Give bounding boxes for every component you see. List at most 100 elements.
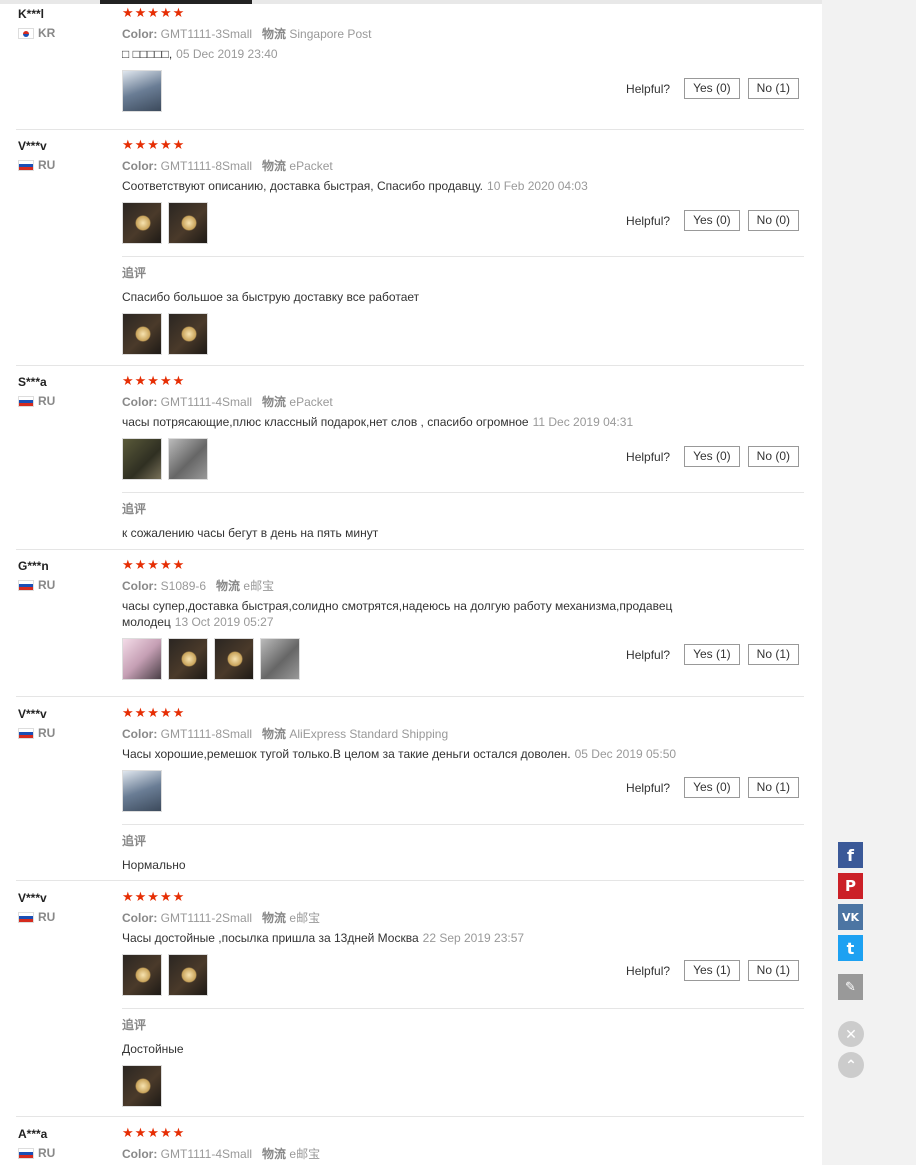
star-rating: ★★★★★ xyxy=(122,373,186,388)
follow-up-title: 追评 xyxy=(122,1018,147,1032)
helpful-vote: Helpful? Yes (0) No (0) xyxy=(626,210,799,231)
helpful-vote: Helpful? Yes (0) No (1) xyxy=(626,78,799,99)
review-date: 10 Feb 2020 04:03 xyxy=(487,179,588,193)
helpful-no-button[interactable]: No (1) xyxy=(747,960,799,981)
review-photo[interactable] xyxy=(168,313,208,355)
reviewer-info: V***v RU xyxy=(18,890,118,924)
order-attributes: Color: GMT1111-2Small 物流 e邮宝 xyxy=(122,911,321,925)
review-photo[interactable] xyxy=(122,1065,162,1107)
country-code: RU xyxy=(38,1146,56,1160)
edit-pencil-icon[interactable]: ✎ xyxy=(838,974,863,1000)
helpful-yes-button[interactable]: Yes (0) xyxy=(684,78,740,99)
follow-up-photos xyxy=(122,1065,804,1107)
helpful-no-button[interactable]: No (1) xyxy=(747,644,799,665)
korea-flag-icon xyxy=(18,27,34,39)
review-photo[interactable] xyxy=(122,954,162,996)
review-photo[interactable] xyxy=(214,638,254,680)
russia-flag-icon xyxy=(18,159,34,171)
helpful-yes-button[interactable]: Yes (0) xyxy=(684,210,740,231)
review-item: V***v RU ★★★★★ Color: GMT1111-8Small 物流 e… xyxy=(16,138,804,366)
review-photo[interactable] xyxy=(122,70,162,112)
reviewer-name: A***a xyxy=(18,1127,48,1141)
star-rating: ★★★★★ xyxy=(122,137,186,152)
review-photo[interactable] xyxy=(122,638,162,680)
review-content: ★★★★★ Color: GMT1111-4Small 物流 e邮宝 xyxy=(122,1126,804,1162)
reviewer-name: V***v xyxy=(18,707,47,721)
follow-up-text: к сожалению часы бегут в день на пять ми… xyxy=(122,526,379,540)
review-photo[interactable] xyxy=(168,202,208,244)
color-value: GMT1111-2Small xyxy=(160,911,253,925)
helpful-yes-button[interactable]: Yes (1) xyxy=(684,960,740,981)
review-photo[interactable] xyxy=(168,438,208,480)
review-item: K***l KR ★★★★★ Color: GMT1111-3Small 物流 S… xyxy=(16,6,804,130)
reviewer-info: A***a RU xyxy=(18,1126,118,1160)
helpful-label: Helpful? xyxy=(626,647,671,662)
helpful-vote: Helpful? Yes (0) No (0) xyxy=(626,446,799,467)
color-value: GMT1111-3Small xyxy=(160,27,253,41)
follow-up-title: 追评 xyxy=(122,834,147,848)
shipping-value: Singapore Post xyxy=(289,27,372,41)
helpful-yes-button[interactable]: Yes (1) xyxy=(684,644,740,665)
star-rating: ★★★★★ xyxy=(122,5,186,20)
review-text: □ □□□□□, 05 Dec 2019 23:40 xyxy=(122,47,278,61)
review-text: часы супер,доставка быстрая,солидно смот… xyxy=(122,599,673,629)
shipping-value: e邮宝 xyxy=(289,1147,321,1161)
review-photo[interactable] xyxy=(260,638,300,680)
color-value: S1089-6 xyxy=(160,579,207,593)
reviewer-info: G***n RU xyxy=(18,558,118,592)
follow-up-text: Нормально xyxy=(122,858,186,872)
reviewer-country: RU xyxy=(18,394,118,408)
reviewer-name: K***l xyxy=(18,7,45,21)
review-photo[interactable] xyxy=(168,954,208,996)
helpful-no-button[interactable]: No (1) xyxy=(747,777,799,798)
reviewer-info: V***v RU xyxy=(18,138,118,172)
follow-up-review: 追评 Спасибо большое за быструю доставку в… xyxy=(122,256,804,355)
twitter-share-icon[interactable]: t xyxy=(838,935,863,961)
helpful-no-button[interactable]: No (0) xyxy=(747,210,799,231)
reviewer-name: G***n xyxy=(18,559,49,573)
country-code: RU xyxy=(38,394,56,408)
review-photo[interactable] xyxy=(122,202,162,244)
helpful-yes-button[interactable]: Yes (0) xyxy=(684,446,740,467)
close-icon[interactable]: ✕ xyxy=(838,1021,864,1047)
reviewer-country: RU xyxy=(18,910,118,924)
review-item: G***n RU ★★★★★ Color: S1089-6 物流 e邮宝 часы… xyxy=(16,558,804,697)
review-photo[interactable] xyxy=(168,638,208,680)
review-photo[interactable] xyxy=(122,313,162,355)
order-attributes: Color: GMT1111-4Small 物流 ePacket xyxy=(122,395,333,409)
vk-share-icon[interactable]: VK xyxy=(838,904,863,930)
color-value: GMT1111-4Small xyxy=(160,1147,253,1161)
review-item: V***v RU ★★★★★ Color: GMT1111-8Small 物流 A… xyxy=(16,706,804,881)
reviewer-name: S***a xyxy=(18,375,47,389)
helpful-yes-button[interactable]: Yes (0) xyxy=(684,777,740,798)
follow-up-review: 追评 Нормально xyxy=(122,824,804,873)
review-text: Соответствуют описанию, доставка быстрая… xyxy=(122,179,588,193)
color-value: GMT1111-4Small xyxy=(160,395,253,409)
order-attributes: Color: GMT1111-4Small 物流 e邮宝 xyxy=(122,1147,321,1161)
shipping-value: e邮宝 xyxy=(243,579,275,593)
order-attributes: Color: GMT1111-8Small 物流 ePacket xyxy=(122,159,333,173)
review-photo[interactable] xyxy=(122,438,162,480)
right-panel xyxy=(822,0,916,1165)
russia-flag-icon xyxy=(18,395,34,407)
country-code: RU xyxy=(38,158,56,172)
facebook-share-icon[interactable]: f xyxy=(838,842,863,868)
review-photo[interactable] xyxy=(122,770,162,812)
review-date: 22 Sep 2019 23:57 xyxy=(422,931,525,945)
shipping-value: ePacket xyxy=(289,159,333,173)
review-text: Часы хорошие,ремешок тугой только.В цело… xyxy=(122,747,677,761)
review-item: V***v RU ★★★★★ Color: GMT1111-2Small 物流 e… xyxy=(16,890,804,1117)
reviewer-name: V***v xyxy=(18,891,47,905)
country-code: RU xyxy=(38,726,56,740)
helpful-vote: Helpful? Yes (0) No (1) xyxy=(626,777,799,798)
star-rating: ★★★★★ xyxy=(122,557,186,572)
active-tab-indicator xyxy=(100,0,252,4)
review-text: Часы достойные ,посылка пришла за 13дней… xyxy=(122,931,525,945)
shipping-value: AliExpress Standard Shipping xyxy=(289,727,449,741)
reviewer-info: S***a RU xyxy=(18,374,118,408)
scroll-to-top-icon[interactable]: ⌃ xyxy=(838,1052,864,1078)
helpful-no-button[interactable]: No (0) xyxy=(747,446,799,467)
helpful-label: Helpful? xyxy=(626,81,671,96)
pinterest-share-icon[interactable]: P xyxy=(838,873,863,899)
helpful-no-button[interactable]: No (1) xyxy=(747,78,799,99)
